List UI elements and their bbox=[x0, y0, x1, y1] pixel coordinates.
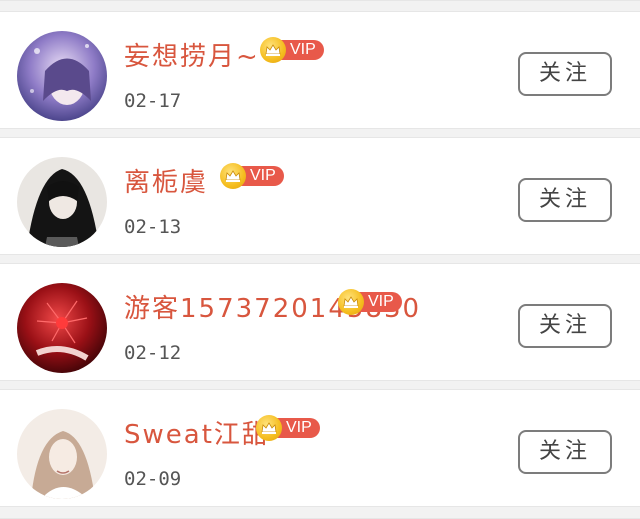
avatar[interactable] bbox=[17, 31, 107, 121]
follower-list: 妄想捞月~ VIP 02-17 关注 离栀虞 VIP 02-13 关注 游客15… bbox=[0, 0, 640, 519]
follow-button[interactable]: 关注 bbox=[518, 430, 612, 474]
user-name[interactable]: 妄想捞月~ bbox=[124, 36, 260, 73]
divider bbox=[0, 380, 640, 390]
avatar[interactable] bbox=[17, 157, 107, 247]
vip-badge: VIP bbox=[260, 37, 324, 63]
divider bbox=[0, 0, 640, 12]
list-item[interactable]: Sweat江甜 VIP 02-09 关注 bbox=[0, 390, 640, 506]
vip-badge: VIP bbox=[220, 163, 284, 189]
list-item[interactable]: 妄想捞月~ VIP 02-17 关注 bbox=[0, 12, 640, 128]
follow-date: 02-17 bbox=[124, 90, 182, 112]
follow-button[interactable]: 关注 bbox=[518, 52, 612, 96]
vip-badge: VIP bbox=[338, 289, 402, 315]
follow-date: 02-09 bbox=[124, 468, 182, 490]
user-name[interactable]: Sweat江甜 bbox=[124, 414, 270, 451]
follow-date: 02-12 bbox=[124, 342, 182, 364]
vip-badge: VIP bbox=[256, 415, 320, 441]
follow-date: 02-13 bbox=[124, 216, 182, 238]
list-item[interactable]: 离栀虞 VIP 02-13 关注 bbox=[0, 138, 640, 254]
avatar[interactable] bbox=[17, 409, 107, 499]
crown-icon bbox=[220, 163, 246, 189]
crown-icon bbox=[260, 37, 286, 63]
crown-icon bbox=[338, 289, 364, 315]
user-name[interactable]: 离栀虞 bbox=[124, 162, 208, 199]
divider bbox=[0, 506, 640, 519]
crown-icon bbox=[256, 415, 282, 441]
list-item[interactable]: 游客1573720145830 VIP 02-12 关注 bbox=[0, 264, 640, 380]
avatar[interactable] bbox=[17, 283, 107, 373]
divider bbox=[0, 128, 640, 138]
follow-button[interactable]: 关注 bbox=[518, 304, 612, 348]
follow-button[interactable]: 关注 bbox=[518, 178, 612, 222]
divider bbox=[0, 254, 640, 264]
